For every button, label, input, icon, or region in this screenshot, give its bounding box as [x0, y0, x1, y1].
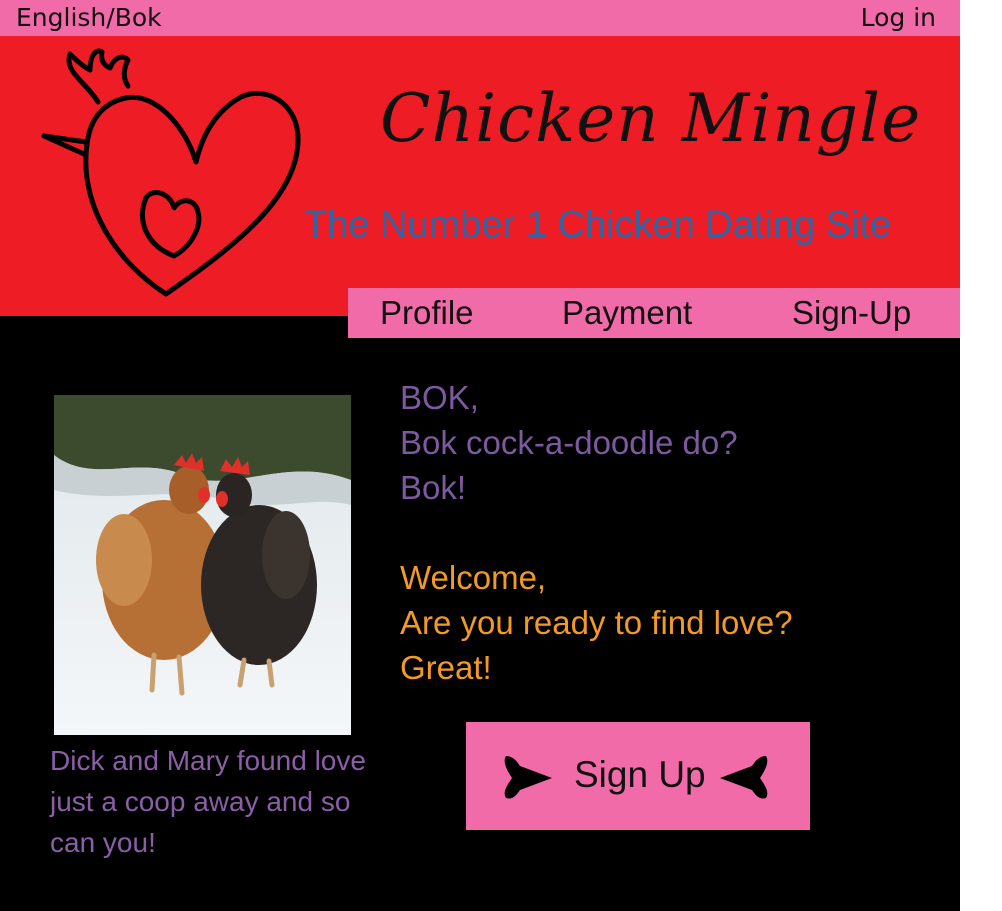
heart-arrow-right-icon [504, 756, 552, 799]
sign-up-button[interactable]: Sign Up [466, 722, 810, 830]
site-title: Chicken Mingle [380, 80, 922, 157]
nav-profile[interactable]: Profile [380, 294, 474, 332]
nav-sign-up[interactable]: Sign-Up [792, 294, 911, 332]
english-line-1: Welcome, [400, 559, 547, 596]
chicken-couple-photo [54, 395, 351, 735]
main-nav: Profile Payment Sign-Up [348, 288, 960, 338]
language-toggle[interactable]: English/Bok [16, 3, 162, 32]
english-line-3: Great! [400, 649, 492, 686]
top-bar: English/Bok Log in [0, 0, 960, 36]
site-header: Chicken Mingle The Number 1 Chicken Dati… [0, 36, 960, 316]
page: English/Bok Log in Chicken Mingle The Nu… [0, 0, 960, 911]
heart-arrow-left-icon [720, 756, 768, 799]
bok-line-1: BOK, [400, 379, 479, 416]
nav-payment[interactable]: Payment [562, 294, 692, 332]
bok-line-2: Bok cock-a-doodle do? [400, 424, 738, 461]
bok-line-3: Bok! [400, 469, 467, 506]
login-link[interactable]: Log in [861, 3, 936, 32]
chicken-heart-logo-icon [41, 48, 301, 297]
photo-caption: Dick and Mary found love just a coop awa… [50, 745, 366, 858]
sign-up-button-label: Sign Up [574, 754, 706, 795]
greeting-text: BOK, Bok cock-a-doodle do? Bok! Welcome,… [400, 375, 793, 690]
site-tagline: The Number 1 Chicken Dating Site [304, 204, 892, 246]
english-line-2: Are you ready to find love? [400, 604, 793, 641]
